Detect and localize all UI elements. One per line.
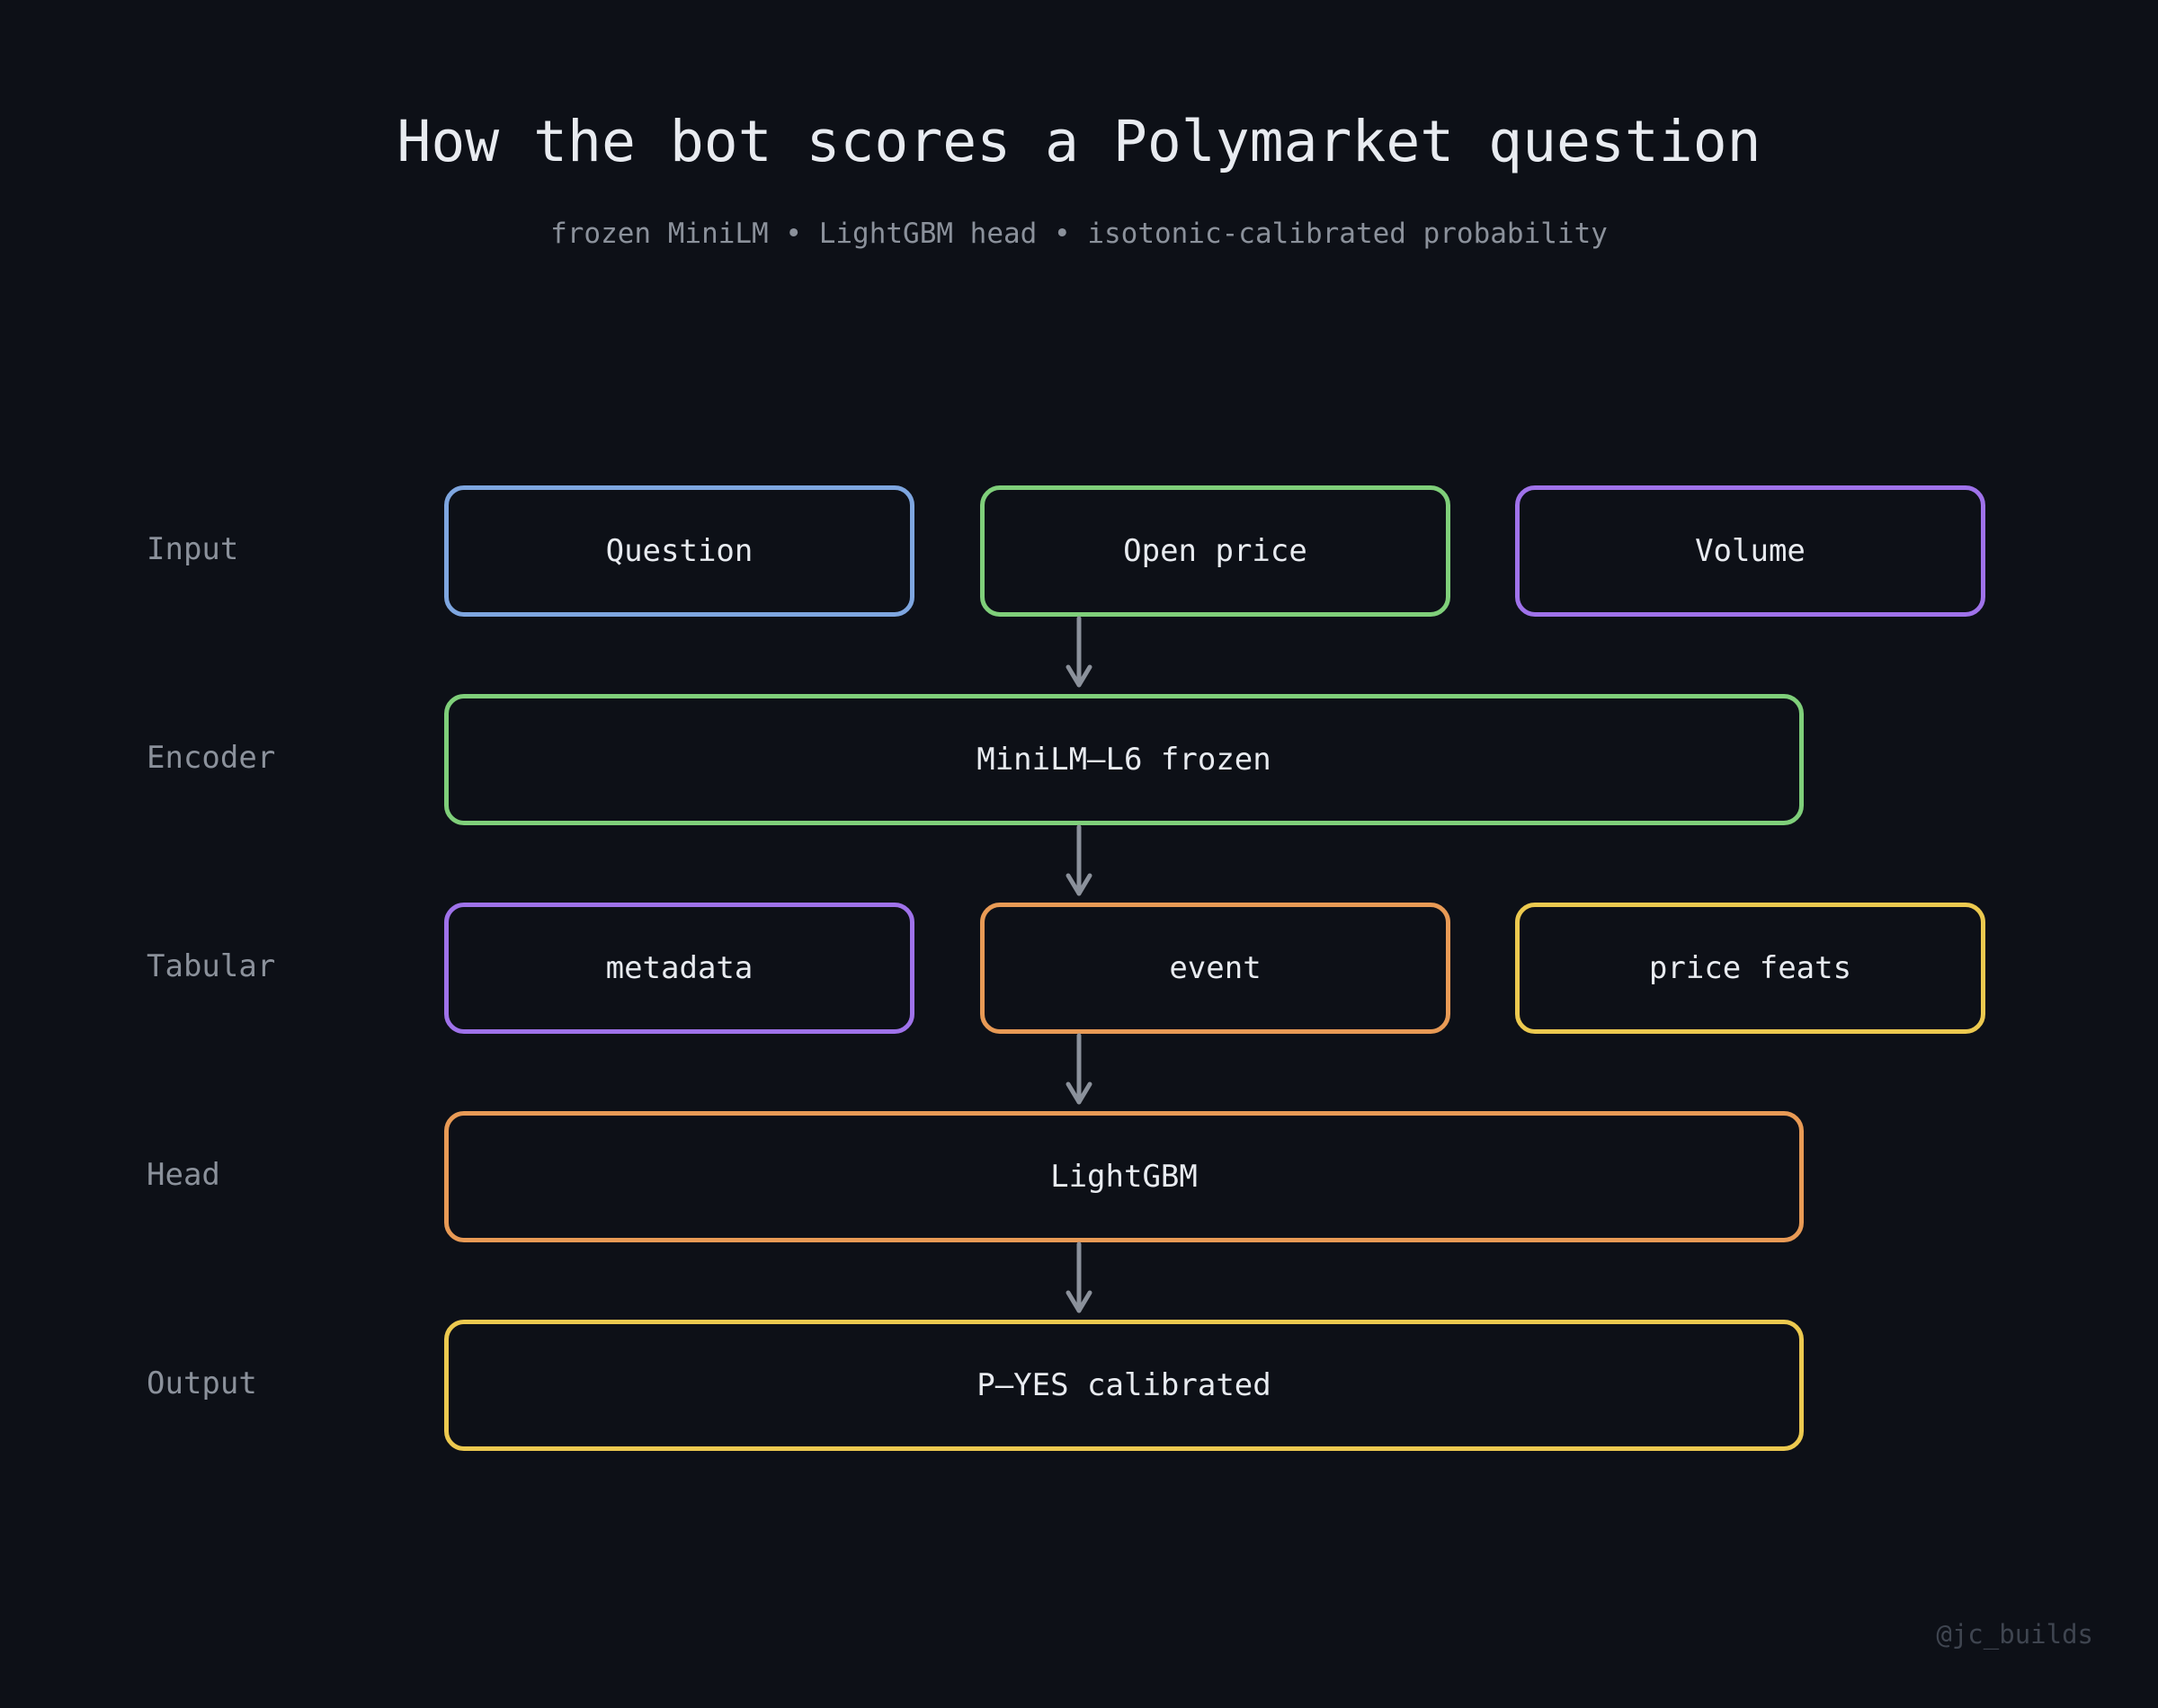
- arrow-input-to-encoder: [1066, 616, 1092, 688]
- watermark: @jc_builds: [1936, 1619, 2093, 1650]
- arrow-encoder-to-tabular: [1066, 824, 1092, 896]
- flow-arrows: [1066, 616, 1092, 1313]
- arrow-tabular-to-head: [1066, 1033, 1092, 1105]
- arrow-head-to-output: [1066, 1241, 1092, 1313]
